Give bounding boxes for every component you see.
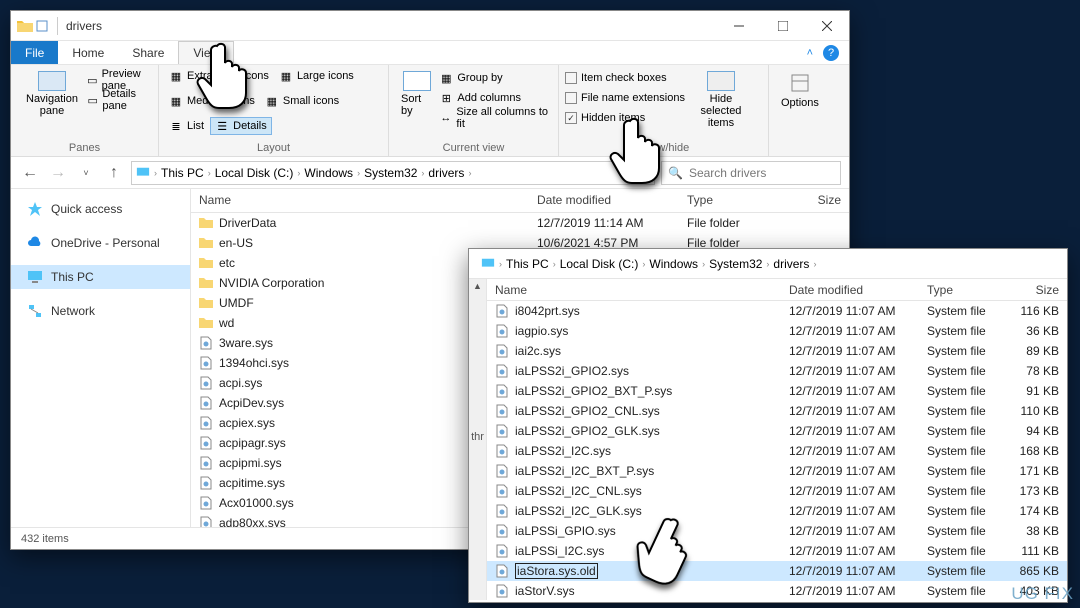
hidden-items-toggle[interactable]: ✓Hidden items: [565, 109, 685, 127]
table-row[interactable]: iaLPSS2i_GPIO2_GLK.sys12/7/2019 11:07 AM…: [487, 421, 1067, 441]
group-panes-label: Panes: [17, 140, 152, 154]
recent-button[interactable]: ˅: [75, 162, 97, 184]
sidebar-this-pc[interactable]: This PC: [11, 265, 190, 289]
layout-extra-large[interactable]: ▦Extra large icons: [165, 67, 273, 85]
ribbon: Navigation pane ▭Preview pane ▭Details p…: [11, 65, 849, 157]
table-row[interactable]: iaLPSS2i_GPIO2.sys12/7/2019 11:07 AMSyst…: [487, 361, 1067, 381]
table-row[interactable]: DriverData12/7/2019 11:14 AMFile folder: [191, 213, 849, 233]
group-by-button[interactable]: ▦Group by: [439, 69, 552, 87]
crumb[interactable]: This PC: [161, 166, 204, 180]
folder-icon: [17, 19, 33, 33]
file-extensions-toggle[interactable]: File name extensions: [565, 89, 685, 107]
table-row[interactable]: iaLPSS2i_I2C_CNL.sys12/7/2019 11:07 AMSy…: [487, 481, 1067, 501]
sort-by-button[interactable]: Sort by: [395, 67, 439, 121]
layout-list[interactable]: ≣List: [165, 117, 208, 135]
ribbon-chevron-icon[interactable]: ˄: [807, 47, 813, 59]
crumb[interactable]: This PC: [506, 257, 549, 271]
table-row[interactable]: iaLPSSi_I2C.sys12/7/2019 11:07 AMSystem …: [487, 541, 1067, 561]
sidebar: Quick access OneDrive - Personal This PC…: [11, 189, 191, 527]
crumb[interactable]: drivers: [773, 257, 809, 271]
address-bar: ← → ˅ ↑ ›This PC›Local Disk (C:)›Windows…: [11, 157, 849, 189]
table-row[interactable]: iaLPSS2i_I2C_GLK.sys12/7/2019 11:07 AMSy…: [487, 501, 1067, 521]
col-name[interactable]: Name: [487, 283, 781, 297]
crumb[interactable]: System32: [364, 166, 417, 180]
sidebar-network[interactable]: Network: [11, 299, 190, 323]
hide-selected-button[interactable]: Hide selected items: [685, 67, 757, 133]
col-type[interactable]: Type: [919, 283, 1007, 297]
column-headers[interactable]: Name Date modified Type Size: [487, 279, 1067, 301]
col-date[interactable]: Date modified: [781, 283, 919, 297]
cloud-icon: [27, 235, 43, 251]
table-row[interactable]: iaStorV.sys12/7/2019 11:07 AMSystem file…: [487, 581, 1067, 600]
window-title: drivers: [64, 19, 102, 33]
add-columns-button[interactable]: ⊞Add columns: [439, 89, 552, 107]
col-size[interactable]: Size: [779, 193, 849, 207]
table-row[interactable]: i8042prt.sys12/7/2019 11:07 AMSystem fil…: [487, 301, 1067, 321]
preview-pane-button[interactable]: ▭Preview pane: [87, 71, 152, 89]
explorer-window-2: ›This PC›Local Disk (C:)›Windows›System3…: [468, 248, 1068, 603]
forward-button[interactable]: →: [47, 162, 69, 184]
crumb[interactable]: Local Disk (C:): [215, 166, 294, 180]
table-row[interactable]: iaStora.sys.old12/7/2019 11:07 AMSystem …: [487, 561, 1067, 581]
help-icon[interactable]: ?: [823, 45, 839, 61]
sidebar-onedrive[interactable]: OneDrive - Personal: [11, 231, 190, 255]
options-button[interactable]: Options: [775, 67, 825, 113]
menu-file[interactable]: File: [11, 41, 58, 64]
table-row[interactable]: iaLPSSi_GPIO.sys12/7/2019 11:07 AMSystem…: [487, 521, 1067, 541]
search-icon: 🔍: [668, 166, 683, 180]
item-count: 432 items: [21, 533, 69, 545]
table-row[interactable]: iagpio.sys12/7/2019 11:07 AMSystem file3…: [487, 321, 1067, 341]
group-layout-label: Layout: [165, 140, 382, 154]
crumb[interactable]: Windows: [649, 257, 698, 271]
up-button[interactable]: ↑: [103, 162, 125, 184]
table-row[interactable]: iaLPSS2i_I2C_BXT_P.sys12/7/2019 11:07 AM…: [487, 461, 1067, 481]
navigation-pane-button[interactable]: Navigation pane: [17, 67, 87, 121]
watermark: UG FIX: [1011, 584, 1074, 604]
col-type[interactable]: Type: [679, 193, 779, 207]
details-pane-button[interactable]: ▭Details pane: [87, 91, 152, 109]
crumb[interactable]: Local Disk (C:): [560, 257, 639, 271]
address-bar: ›This PC›Local Disk (C:)›Windows›System3…: [469, 249, 1067, 279]
back-button[interactable]: ←: [19, 162, 41, 184]
group-current-label: Current view: [395, 140, 552, 154]
layout-details[interactable]: ☰Details: [210, 117, 272, 135]
close-button[interactable]: [805, 11, 849, 41]
navigation-pane-label: Navigation pane: [23, 93, 81, 117]
table-row[interactable]: iai2c.sys12/7/2019 11:07 AMSystem file89…: [487, 341, 1067, 361]
monitor-icon: [27, 269, 43, 285]
crumb[interactable]: Windows: [304, 166, 353, 180]
item-checkboxes-toggle[interactable]: Item check boxes: [565, 69, 685, 87]
menubar: File Home Share View ˄ ?: [11, 41, 849, 65]
group-showhide-label: Show/hide: [565, 140, 762, 154]
table-row[interactable]: iaLPSS2i_I2C.sys12/7/2019 11:07 AMSystem…: [487, 441, 1067, 461]
crumb[interactable]: drivers: [428, 166, 464, 180]
menu-share[interactable]: Share: [118, 41, 178, 64]
layout-large[interactable]: ▦Large icons: [275, 67, 358, 85]
divider: [57, 17, 58, 35]
col-date[interactable]: Date modified: [529, 193, 679, 207]
scrollbar[interactable]: ▲thr: [469, 279, 487, 600]
qat-props-icon[interactable]: [35, 19, 49, 33]
size-columns-button[interactable]: ↔Size all columns to fit: [439, 109, 552, 127]
col-size[interactable]: Size: [1007, 283, 1067, 297]
layout-small[interactable]: ▦Small icons: [261, 92, 343, 110]
sidebar-quick-access[interactable]: Quick access: [11, 197, 190, 221]
search-input[interactable]: 🔍Search drivers: [661, 161, 841, 185]
file-list[interactable]: i8042prt.sys12/7/2019 11:07 AMSystem fil…: [487, 301, 1067, 600]
column-headers[interactable]: Name Date modified Type Size: [191, 189, 849, 213]
menu-home[interactable]: Home: [58, 41, 118, 64]
maximize-button[interactable]: [761, 11, 805, 41]
titlebar[interactable]: drivers: [11, 11, 849, 41]
star-icon: [27, 201, 43, 217]
menu-view[interactable]: View: [178, 41, 234, 64]
minimize-button[interactable]: [717, 11, 761, 41]
breadcrumb[interactable]: ›This PC›Local Disk (C:)›Windows›System3…: [131, 161, 655, 185]
breadcrumb[interactable]: ›This PC›Local Disk (C:)›Windows›System3…: [477, 252, 1059, 276]
network-icon: [27, 303, 43, 319]
table-row[interactable]: iaLPSS2i_GPIO2_CNL.sys12/7/2019 11:07 AM…: [487, 401, 1067, 421]
crumb[interactable]: System32: [709, 257, 762, 271]
layout-medium[interactable]: ▦Medium icons: [165, 92, 259, 110]
col-name[interactable]: Name: [191, 193, 529, 207]
table-row[interactable]: iaLPSS2i_GPIO2_BXT_P.sys12/7/2019 11:07 …: [487, 381, 1067, 401]
